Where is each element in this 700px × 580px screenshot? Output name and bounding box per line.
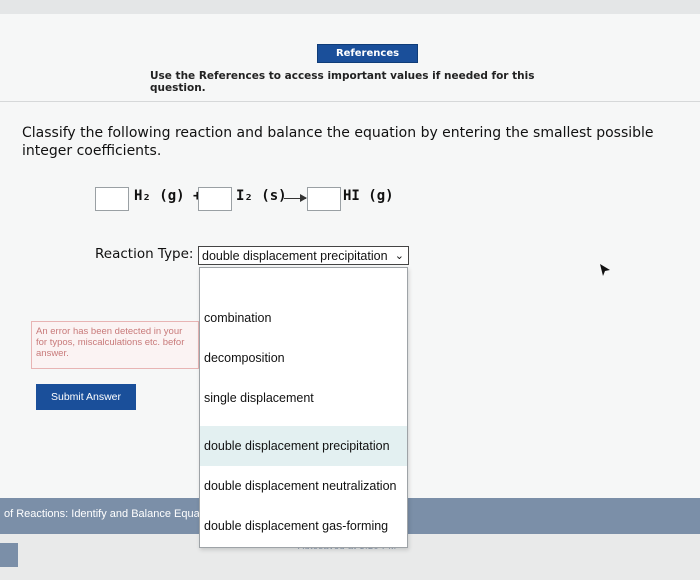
bottom-tab[interactable] [0,543,18,567]
references-note: Use the References to access important v… [150,70,535,94]
error-line: An error has been detected in your [36,326,183,337]
coefficient-input-h2[interactable] [95,187,129,211]
footer-assignment-title: of Reactions: Identify and Balance Equa [4,508,199,520]
dropdown-option-decomposition[interactable]: decomposition [200,350,407,390]
chevron-down-icon: ⌄ [394,250,404,262]
reaction-type-dropdown: combination decomposition single displac… [199,267,408,548]
question-prompt: Classify the following reaction and bala… [22,125,654,159]
mouse-cursor-icon [600,264,610,276]
reaction-type-label: Reaction Type: [95,246,194,262]
top-strip [0,0,700,14]
error-message: An error has been detected in your for t… [31,321,199,369]
dropdown-option-double-displacement-gas-forming[interactable]: double displacement gas-forming [200,518,407,558]
coefficient-input-hi[interactable] [307,187,341,211]
dropdown-option-double-displacement-precipitation[interactable]: double displacement precipitation [200,426,407,466]
dropdown-option-combination[interactable]: combination [200,310,407,350]
reactant-h2: H₂ (g) + [134,188,202,204]
reaction-type-select[interactable]: double displacement precipitation ⌄ [198,246,409,265]
reaction-arrow-head [300,194,307,202]
reactant-i2: I₂ (s) [236,188,287,204]
coefficient-input-i2[interactable] [198,187,232,211]
dropdown-option-single-displacement[interactable]: single displacement [200,390,407,430]
dropdown-option-double-displacement-neutralization[interactable]: double displacement neutralization [200,478,407,518]
product-hi: HI (g) [343,188,394,204]
submit-answer-button[interactable]: Submit Answer [36,384,136,410]
error-line: for typos, miscalculations etc. befor [36,337,185,348]
reaction-type-selected-value: double displacement precipitation [202,248,388,263]
divider [0,101,700,102]
references-button[interactable]: References [317,44,418,63]
error-line: answer. [36,348,69,359]
